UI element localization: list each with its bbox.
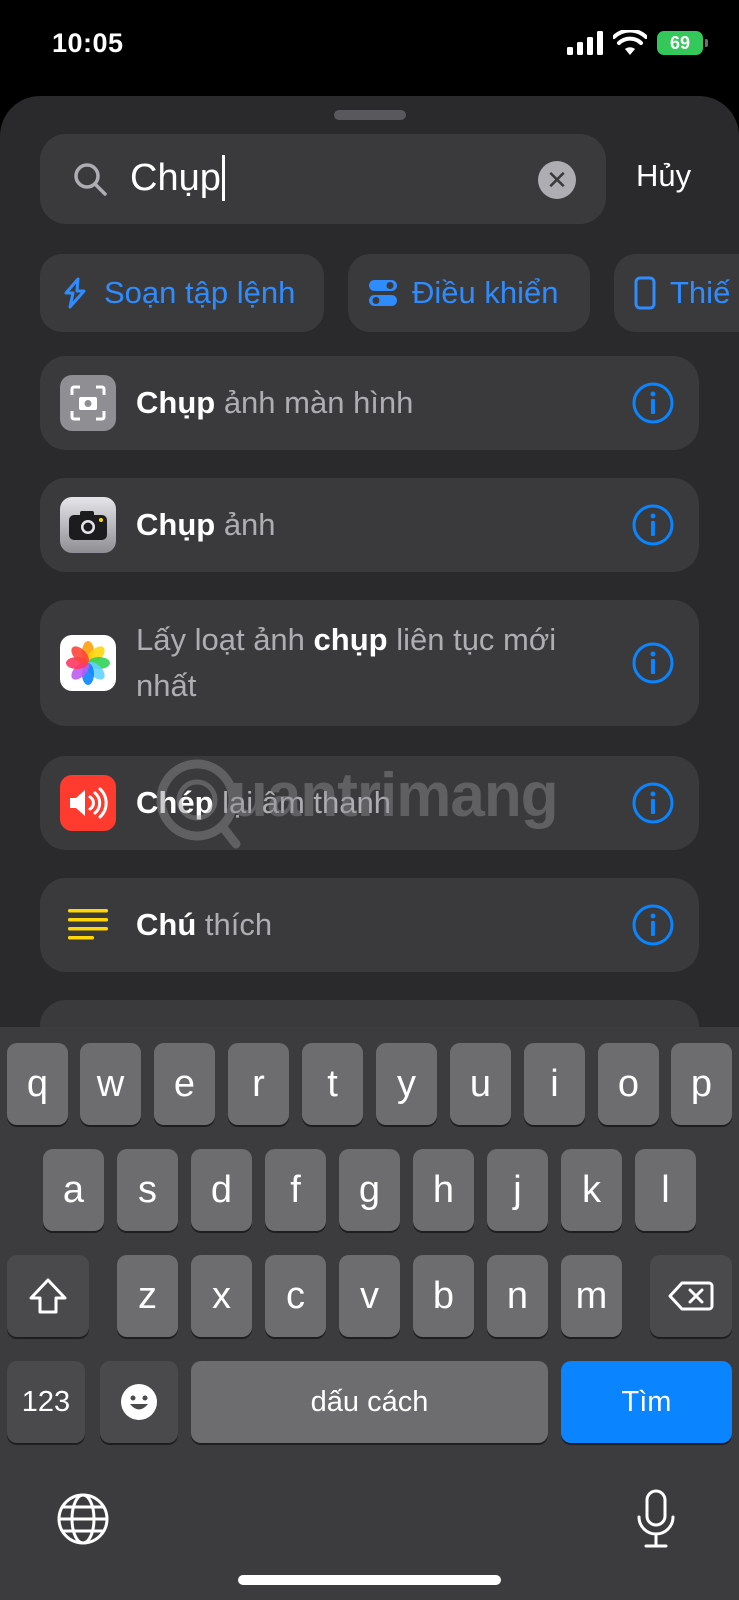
microphone-icon[interactable] bbox=[634, 1489, 678, 1551]
cancel-button[interactable]: Hủy bbox=[636, 158, 691, 194]
camera-icon bbox=[60, 497, 116, 553]
info-icon[interactable] bbox=[631, 381, 675, 425]
chip-device[interactable]: Thiế bbox=[614, 254, 739, 332]
chip-controls[interactable]: Điều khiển bbox=[348, 254, 590, 332]
key-h[interactable]: h bbox=[413, 1149, 474, 1231]
result-label: Chụp ảnh màn hình bbox=[136, 385, 414, 420]
result-label: Lấy loạt ảnh chụp liên tục mới nhất bbox=[136, 622, 557, 703]
key-z[interactable]: z bbox=[117, 1255, 178, 1337]
scripting-icon bbox=[64, 277, 86, 309]
keyboard: q w e r t y u i o p a s d f g h j k l z … bbox=[0, 1027, 739, 1600]
key-o[interactable]: o bbox=[598, 1043, 659, 1125]
key-a[interactable]: a bbox=[43, 1149, 104, 1231]
backspace-icon bbox=[668, 1281, 714, 1311]
category-chips: Soạn tập lệnh Điều khiển Thiế bbox=[40, 254, 739, 332]
chip-scripting[interactable]: Soạn tập lệnh bbox=[40, 254, 324, 332]
info-icon[interactable] bbox=[631, 641, 675, 685]
shift-key[interactable] bbox=[7, 1255, 89, 1337]
key-n[interactable]: n bbox=[487, 1255, 548, 1337]
key-r[interactable]: r bbox=[228, 1043, 289, 1125]
result-label: Chụp ảnh bbox=[136, 507, 276, 542]
key-s[interactable]: s bbox=[117, 1149, 178, 1231]
key-u[interactable]: u bbox=[450, 1043, 511, 1125]
key-g[interactable]: g bbox=[339, 1149, 400, 1231]
device-icon bbox=[634, 276, 656, 310]
key-l[interactable]: l bbox=[635, 1149, 696, 1231]
chip-label: Điều khiển bbox=[412, 275, 559, 310]
key-y[interactable]: y bbox=[376, 1043, 437, 1125]
clear-search-button[interactable]: ✕ bbox=[538, 161, 576, 199]
key-q[interactable]: q bbox=[7, 1043, 68, 1125]
chip-label: Thiế bbox=[670, 275, 731, 310]
toggle-icon bbox=[369, 280, 397, 306]
result-label: Chú thích bbox=[136, 907, 273, 942]
key-t[interactable]: t bbox=[302, 1043, 363, 1125]
home-indicator[interactable] bbox=[238, 1575, 501, 1585]
result-label: Chép lại âm thanh bbox=[136, 785, 391, 820]
space-key[interactable]: dấu cách bbox=[191, 1361, 548, 1443]
key-x[interactable]: x bbox=[191, 1255, 252, 1337]
screenshot-icon bbox=[60, 375, 116, 431]
numbers-key[interactable]: 123 bbox=[7, 1361, 85, 1443]
info-icon[interactable] bbox=[631, 781, 675, 825]
key-k[interactable]: k bbox=[561, 1149, 622, 1231]
result-row[interactable]: Lấy loạt ảnh chụp liên tục mới nhất bbox=[40, 600, 699, 726]
search-query: Chụp bbox=[130, 154, 225, 202]
result-row[interactable]: Chép lại âm thanh bbox=[40, 756, 699, 850]
result-row[interactable]: Chụp ảnh màn hình bbox=[40, 356, 699, 450]
wifi-icon bbox=[613, 30, 647, 55]
key-i[interactable]: i bbox=[524, 1043, 585, 1125]
key-j[interactable]: j bbox=[487, 1149, 548, 1231]
info-icon[interactable] bbox=[631, 503, 675, 547]
sound-icon bbox=[60, 775, 116, 831]
close-icon: ✕ bbox=[546, 164, 568, 195]
result-row[interactable]: Chú thích bbox=[40, 878, 699, 972]
search-input[interactable]: Chụp ✕ bbox=[40, 134, 606, 224]
battery-icon: 69 bbox=[657, 31, 708, 55]
delete-key[interactable] bbox=[650, 1255, 732, 1337]
text-caret bbox=[221, 155, 225, 201]
emoji-key[interactable] bbox=[100, 1361, 178, 1443]
info-icon[interactable] bbox=[631, 903, 675, 947]
globe-icon[interactable] bbox=[55, 1491, 111, 1547]
status-bar: 10:05 69 bbox=[0, 0, 739, 92]
key-c[interactable]: c bbox=[265, 1255, 326, 1337]
search-icon bbox=[74, 163, 107, 196]
battery-level: 69 bbox=[669, 32, 691, 53]
key-p[interactable]: p bbox=[671, 1043, 732, 1125]
sheet-grabber[interactable] bbox=[334, 110, 406, 120]
key-v[interactable]: v bbox=[339, 1255, 400, 1337]
key-b[interactable]: b bbox=[413, 1255, 474, 1337]
key-m[interactable]: m bbox=[561, 1255, 622, 1337]
chip-label: Soạn tập lệnh bbox=[104, 275, 296, 310]
key-d[interactable]: d bbox=[191, 1149, 252, 1231]
emoji-icon bbox=[121, 1384, 157, 1420]
key-f[interactable]: f bbox=[265, 1149, 326, 1231]
search-return-key[interactable]: Tìm bbox=[561, 1361, 732, 1443]
cellular-signal-icon bbox=[567, 31, 603, 55]
shift-icon bbox=[29, 1278, 67, 1314]
result-row[interactable]: Chụp ảnh bbox=[40, 478, 699, 572]
status-time: 10:05 bbox=[52, 28, 124, 58]
photos-icon bbox=[60, 635, 116, 691]
key-e[interactable]: e bbox=[154, 1043, 215, 1125]
status-icons: 69 bbox=[567, 30, 708, 56]
notes-icon bbox=[60, 897, 116, 953]
key-w[interactable]: w bbox=[80, 1043, 141, 1125]
